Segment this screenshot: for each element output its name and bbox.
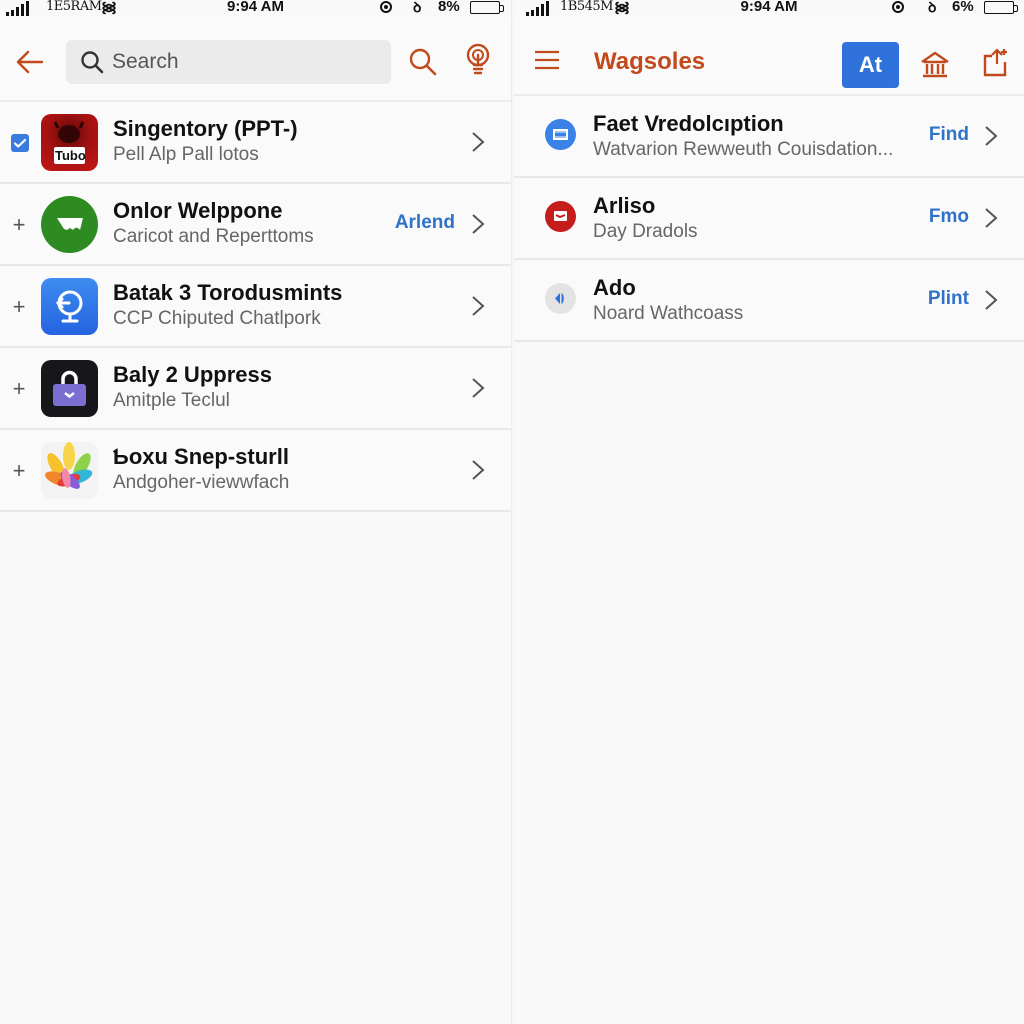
app-title: Wagsoles <box>594 48 706 75</box>
item-title: Batak 3 Torodusmints <box>113 280 343 305</box>
list-item[interactable]: + Baly 2 Uppress Amitple Teclul <box>0 348 511 430</box>
location-icon <box>380 1 392 13</box>
item-subtitle: Noard Wathcoass <box>593 303 744 324</box>
status-bar: 1E5RAM ᯼ 9:94 AM ꝺ 8% <box>0 0 511 18</box>
add-icon[interactable]: + <box>10 296 28 318</box>
search-button[interactable] <box>405 44 441 80</box>
app-list: Tubo Singentory (PPT-) Pell Alp Pall lot… <box>0 102 511 512</box>
result-list: Faet Vredolcıption Watvarion Rewweuth Co… <box>514 96 1024 342</box>
bag-app-icon <box>41 360 98 417</box>
battery-percent: 6% <box>952 0 974 15</box>
chevron-right-icon <box>472 378 485 398</box>
item-title: Singentory (PPT-) <box>113 116 298 141</box>
item-subtitle: Andgoher-viewwfach <box>113 472 290 493</box>
chevron-right-icon <box>985 126 998 146</box>
list-item[interactable]: + Onlor Welppone Caricot and Reperttoms … <box>0 184 511 266</box>
chevron-right-icon <box>472 460 485 480</box>
add-icon[interactable]: + <box>10 460 28 482</box>
list-item[interactable]: + Ƅoxu Snep-sturll Andgoher-viewwfach <box>0 430 511 512</box>
item-action-link[interactable]: Plint <box>928 288 969 310</box>
chevron-right-icon <box>472 132 485 152</box>
status-time: 9:94 AM <box>740 0 798 15</box>
left-phone-screen: 1E5RAM ᯼ 9:94 AM ꝺ 8% Tubo <box>0 0 512 1024</box>
arrow-left-icon <box>16 50 44 74</box>
status-time: 9:94 AM <box>227 0 284 15</box>
lightbulb-button[interactable] <box>460 42 496 78</box>
chevron-right-icon <box>472 296 485 316</box>
checkmark-icon <box>13 138 27 148</box>
chevron-right-icon <box>472 214 485 234</box>
item-title: Baly 2 Uppress <box>113 362 272 387</box>
menu-button[interactable] <box>532 48 566 78</box>
search-icon <box>81 51 104 74</box>
search-toolbar <box>0 18 511 102</box>
bank-button[interactable] <box>917 47 953 83</box>
chevron-right-icon <box>985 290 998 310</box>
item-subtitle: Watvarion Rewweuth Couisdation... <box>593 139 894 160</box>
battery-icon <box>984 1 1018 14</box>
item-title: Arliso <box>593 193 656 218</box>
blue-circle-app-icon <box>545 119 576 150</box>
search-input[interactable] <box>112 50 372 74</box>
globe-app-icon <box>41 278 98 335</box>
list-item[interactable]: + Batak 3 Torodusmints CCP Chiputed Chat… <box>0 266 511 348</box>
gray-circle-app-icon <box>545 283 576 314</box>
right-phone-screen: 1B545M ᯼ 9:94 AM ꝺ 6% Wagsoles At Faet V… <box>514 0 1024 1024</box>
item-subtitle: Pell Alp Pall lotos <box>113 144 259 165</box>
search-field[interactable] <box>66 40 391 84</box>
item-action-link[interactable]: Find <box>929 124 969 146</box>
hamburger-menu-icon <box>535 50 559 70</box>
add-icon[interactable]: + <box>10 378 28 400</box>
app-toolbar: Wagsoles At <box>514 18 1024 96</box>
battery-percent: 8% <box>438 0 460 15</box>
item-action-link[interactable]: Fmo <box>929 206 969 228</box>
red-circle-app-icon <box>545 201 576 232</box>
lightbulb-icon <box>466 43 490 75</box>
share-button[interactable] <box>978 44 1014 80</box>
list-item[interactable]: Faet Vredolcıption Watvarion Rewweuth Co… <box>514 96 1024 178</box>
bank-icon <box>921 51 949 78</box>
share-icon <box>983 48 1007 77</box>
chat-bubble-app-icon <box>41 196 98 253</box>
list-item[interactable]: Ado Noard Wathcoass Plint <box>514 260 1024 342</box>
tubo-app-icon: Tubo <box>41 114 98 171</box>
at-button[interactable]: At <box>842 42 899 88</box>
alarm-icon: ꝺ <box>928 0 937 15</box>
search-icon <box>409 48 437 76</box>
add-icon[interactable]: + <box>10 214 28 236</box>
battery-icon <box>470 1 504 14</box>
item-title: Onlor Welppone <box>113 198 283 223</box>
item-action-link[interactable]: Arlend <box>395 212 455 234</box>
item-subtitle: Day Dradols <box>593 221 698 242</box>
tubo-label: Tubo <box>55 148 86 163</box>
chevron-right-icon <box>985 208 998 228</box>
location-icon <box>892 1 904 13</box>
item-subtitle: Caricot and Reperttoms <box>113 226 314 247</box>
status-bar: 1B545M ᯼ 9:94 AM ꝺ 6% <box>514 0 1024 18</box>
alarm-icon: ꝺ <box>413 0 422 15</box>
item-subtitle: CCP Chiputed Chatlpork <box>113 308 321 329</box>
back-button[interactable] <box>14 46 46 78</box>
list-item[interactable]: Arliso Day Dradols Fmo <box>514 178 1024 260</box>
item-subtitle: Amitple Teclul <box>113 390 230 411</box>
photos-app-icon <box>41 442 98 499</box>
list-item[interactable]: Tubo Singentory (PPT-) Pell Alp Pall lot… <box>0 102 511 184</box>
item-title: Ƅoxu Snep-sturll <box>113 444 289 469</box>
checkbox-checked[interactable] <box>11 134 29 152</box>
item-title: Ado <box>593 275 636 300</box>
item-title: Faet Vredolcıption <box>593 111 784 136</box>
